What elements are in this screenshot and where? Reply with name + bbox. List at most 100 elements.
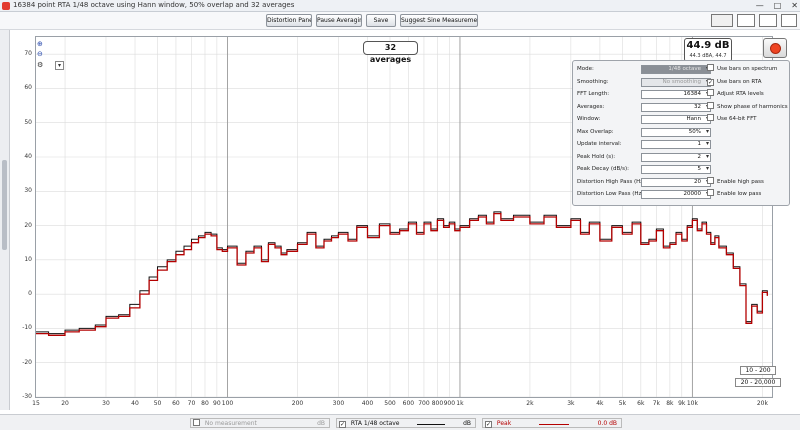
legend-item-rta[interactable]: ✓ RTA 1/48 octave dB xyxy=(336,418,476,428)
x-tick-label: 40 xyxy=(131,400,139,407)
setting-value-field[interactable]: 2 xyxy=(641,152,711,162)
panel-icon[interactable] xyxy=(737,14,755,27)
setting-value-field[interactable]: 20000 xyxy=(641,190,711,199)
suggest-sine-measurements-button[interactable]: Suggest Sine Measurements xyxy=(400,14,478,27)
setting-value-field[interactable]: 20 xyxy=(641,177,711,187)
checkbox[interactable]: ✓ xyxy=(707,78,714,86)
x-tick-label: 300 xyxy=(332,400,345,407)
legend-item-peak[interactable]: ✓ Peak 0.0 dB xyxy=(482,418,622,428)
checkbox-label: Use 64-bit FFT xyxy=(717,116,757,122)
legend-unit: 0.0 dB xyxy=(597,420,617,427)
setting-label: Smoothing: xyxy=(577,78,609,85)
checkbox-label: Use bars on RTA xyxy=(717,78,762,85)
x-tick-label: 100 xyxy=(221,400,234,407)
y-tick-label: -30 xyxy=(22,393,32,400)
checkbox[interactable] xyxy=(707,101,714,109)
setting-value-field[interactable]: Hann xyxy=(641,115,711,124)
setting-label: Update interval: xyxy=(577,141,622,147)
legend-unit: dB xyxy=(463,420,471,427)
setting-value-field[interactable]: No smoothing xyxy=(641,77,711,87)
window-controls: — □ ✕ xyxy=(756,1,798,10)
y-tick-label: 10 xyxy=(24,255,32,263)
setting-label: Peak Hold (s): xyxy=(577,153,616,160)
level-readout: 44.9 dB 44.3 dBA, 44.7 dBC xyxy=(684,38,732,67)
y-tick-label: 40 xyxy=(24,153,32,160)
zoom-out-icon[interactable]: ⊖ xyxy=(37,50,43,58)
checkbox-label: Show phase of harmonics xyxy=(717,103,788,110)
legend-checkbox[interactable]: ✓ xyxy=(485,421,492,428)
x-tick-label: 4k xyxy=(596,400,604,407)
x-tick-label: 50 xyxy=(153,400,162,407)
legend-checkbox[interactable]: ✓ xyxy=(339,421,346,428)
setting-value-field[interactable]: 16384 xyxy=(641,90,711,99)
x-tick-label: 30 xyxy=(102,400,110,407)
save-button[interactable]: Save xyxy=(366,14,396,27)
setting-label: Distortion High Pass (Hz): xyxy=(577,178,648,185)
setting-label: FFT Length: xyxy=(577,91,610,97)
settings-gear-icon[interactable]: ⚙ xyxy=(37,61,43,69)
checkbox[interactable] xyxy=(707,64,714,71)
checkbox-label: Adjust RTA levels xyxy=(717,91,764,97)
checkbox[interactable] xyxy=(707,189,714,196)
setting-checkbox-row[interactable]: Enable high pass xyxy=(707,176,764,188)
setting-checkbox-row[interactable]: Use bars on spectrum xyxy=(707,64,777,75)
controls-icon[interactable] xyxy=(781,14,797,27)
setting-value-field[interactable]: 1 xyxy=(641,140,711,149)
maximize-button[interactable]: □ xyxy=(774,1,782,10)
x-tick-label: 60 xyxy=(172,400,180,407)
y-tick-label: 70 xyxy=(24,50,32,58)
high-range-box[interactable]: 20 - 20,000 xyxy=(735,378,781,387)
x-tick-label: 8k xyxy=(666,400,674,407)
checkbox-label: Enable low pass xyxy=(717,191,762,197)
setting-value-field[interactable]: 32 xyxy=(641,102,711,112)
setting-checkbox-row[interactable]: Adjust RTA levels xyxy=(707,89,764,100)
pause-averaging-button[interactable]: Pause Averaging xyxy=(316,14,362,27)
setting-label: Peak Decay (dB/s): xyxy=(577,166,629,172)
minimize-button[interactable]: — xyxy=(756,1,764,10)
setting-checkbox-row[interactable]: Use 64-bit FFT xyxy=(707,114,757,125)
x-tick-label: 6k xyxy=(637,400,645,407)
x-tick-label: 200 xyxy=(291,400,304,407)
legend-swatch xyxy=(539,424,569,425)
x-tick-label: 700 xyxy=(418,400,430,407)
x-tick-label: 1k xyxy=(456,400,464,407)
setting-checkbox-row[interactable]: Show phase of harmonics xyxy=(707,101,788,113)
low-range-box[interactable]: 10 - 200 xyxy=(740,366,776,375)
checkbox[interactable] xyxy=(707,89,714,96)
setting-checkbox-row[interactable]: ✓ Use bars on RTA xyxy=(707,77,761,88)
y-tick-label: 50 xyxy=(24,118,32,126)
x-tick-label: 70 xyxy=(187,400,196,407)
layout-icon[interactable] xyxy=(711,14,733,27)
checkbox[interactable] xyxy=(707,114,714,121)
level-scroll-thumb[interactable] xyxy=(2,160,7,250)
y-tick-label: 20 xyxy=(24,221,32,229)
legend-label: No measurement xyxy=(204,420,257,427)
record-button[interactable] xyxy=(763,38,787,58)
window-title: 16384 point RTA 1/48 octave using Hann w… xyxy=(13,1,295,9)
checkbox[interactable] xyxy=(707,176,714,184)
setting-label: Distortion Low Pass (Hz): xyxy=(577,191,646,197)
scale-icon[interactable] xyxy=(759,14,777,27)
distortion-panel-button[interactable]: Distortion Panel xyxy=(266,14,312,27)
x-tick-label: 500 xyxy=(384,400,396,407)
zoom-in-icon[interactable]: ⊕ xyxy=(37,40,43,48)
legend-item-measurement[interactable]: No measurement dB xyxy=(190,418,330,428)
setting-checkbox-row[interactable]: Enable low pass xyxy=(707,189,761,200)
setting-label: Averages: xyxy=(577,103,605,110)
x-tick-label: 800 xyxy=(431,400,444,407)
checkbox-label: Enable high pass xyxy=(717,178,764,185)
setting-value-field[interactable]: 5 xyxy=(641,165,711,174)
level-scrollbar[interactable] xyxy=(0,30,10,410)
x-tick-label: 20 xyxy=(61,400,69,407)
record-icon xyxy=(770,43,781,54)
chevron-down-icon[interactable]: ▾ xyxy=(55,61,65,70)
y-tick-label: -20 xyxy=(22,358,32,366)
setting-label: Window: xyxy=(577,116,601,122)
rta-settings-panel: Mode: 1/48 octave Smoothing: No smoothing FF… xyxy=(572,60,790,206)
setting-value-field[interactable]: 50% xyxy=(641,127,711,137)
y-tick-label: 30 xyxy=(24,187,32,195)
setting-value-field[interactable]: 1/48 octave xyxy=(641,65,711,74)
legend-checkbox[interactable] xyxy=(193,419,200,426)
close-button[interactable]: ✕ xyxy=(791,1,798,10)
x-tick-label: 2k xyxy=(526,400,534,407)
